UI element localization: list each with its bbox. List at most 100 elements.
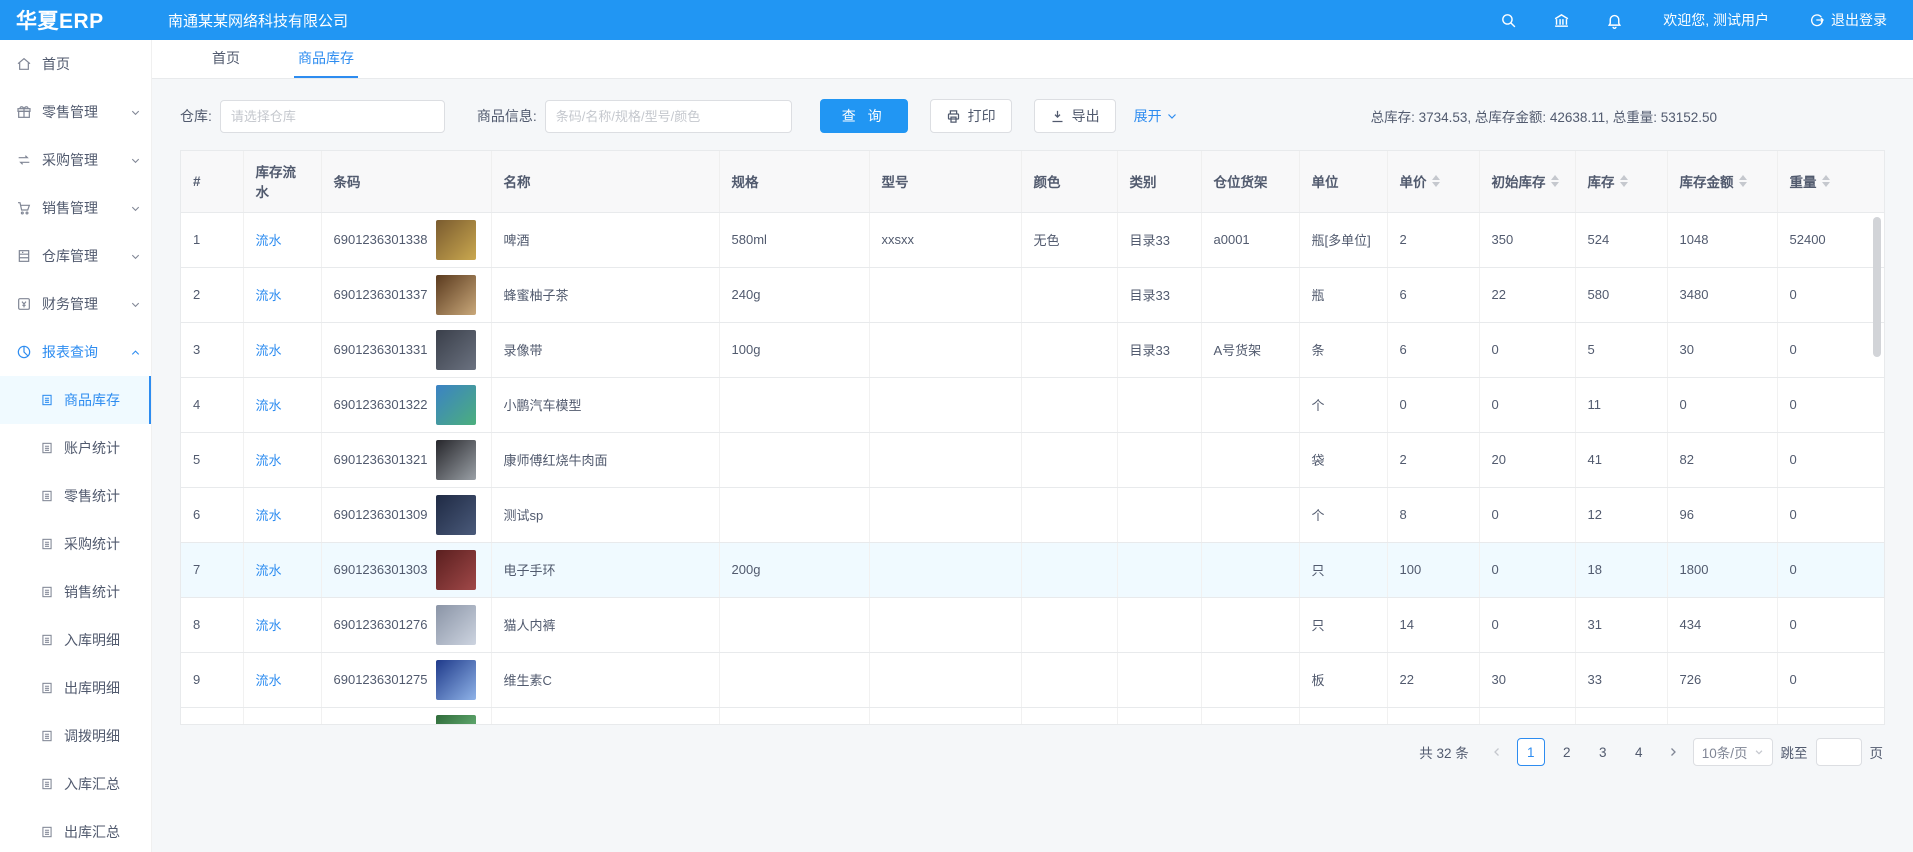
search-button[interactable]: 查 询 xyxy=(820,99,908,133)
export-button[interactable]: 导出 xyxy=(1034,99,1116,133)
sidebar-subitem-零售统计[interactable]: 零售统计 xyxy=(0,472,151,520)
product-thumbnail[interactable] xyxy=(436,440,476,480)
next-page-button[interactable] xyxy=(1661,738,1685,766)
cell-weight: 0 xyxy=(1777,322,1884,377)
cell-flow: 流水 xyxy=(243,267,321,322)
cell-init-stock: 0 xyxy=(1479,597,1575,652)
flow-link[interactable]: 流水 xyxy=(256,343,282,358)
sidebar-subitem-商品库存[interactable]: 商品库存 xyxy=(0,376,151,424)
sidebar-item-首页[interactable]: 首页 xyxy=(0,40,151,88)
column-header-重量[interactable]: 重量 xyxy=(1777,151,1884,212)
product-thumbnail[interactable] xyxy=(436,385,476,425)
sidebar-item-采购管理[interactable]: 采购管理 xyxy=(0,136,151,184)
sidebar-subitem-调拨明细[interactable]: 调拨明细 xyxy=(0,712,151,760)
cell-price xyxy=(1387,707,1479,725)
cell-barcode: 6901236301275 xyxy=(321,652,491,707)
sidebar-item-财务管理[interactable]: 财务管理 xyxy=(0,280,151,328)
download-icon xyxy=(1050,109,1065,124)
product-info-input[interactable] xyxy=(545,100,792,133)
prev-page-button[interactable] xyxy=(1485,738,1509,766)
sort-icon[interactable] xyxy=(1551,175,1559,187)
pagination-total: 共 32 条 xyxy=(1419,742,1469,762)
product-thumbnail[interactable] xyxy=(436,220,476,260)
company-name: 南通某某网络科技有限公司 xyxy=(168,10,348,31)
product-thumbnail[interactable] xyxy=(436,495,476,535)
cell-shelf: a0001 xyxy=(1201,212,1299,267)
page-number-4[interactable]: 4 xyxy=(1625,738,1653,766)
tab-首页[interactable]: 首页 xyxy=(208,40,244,78)
column-header-初始库存[interactable]: 初始库存 xyxy=(1479,151,1575,212)
column-label: 库存 xyxy=(1588,171,1615,191)
sidebar-subitem-出库明细[interactable]: 出库明细 xyxy=(0,664,151,712)
print-button[interactable]: 打印 xyxy=(930,99,1012,133)
sidebar-subitem-入库明细[interactable]: 入库明细 xyxy=(0,616,151,664)
column-header-颜色: 颜色 xyxy=(1021,151,1117,212)
cell-unit: 个 xyxy=(1299,487,1387,542)
cell-index: 10 xyxy=(181,707,243,725)
column-header-单价[interactable]: 单价 xyxy=(1387,151,1479,212)
column-header-库存金额[interactable]: 库存金额 xyxy=(1667,151,1777,212)
cell-stock: 31 xyxy=(1575,597,1667,652)
sort-icon[interactable] xyxy=(1739,175,1747,187)
app-logo[interactable]: 华夏ERP xyxy=(0,5,152,35)
product-thumbnail[interactable] xyxy=(436,330,476,370)
warehouse-select-input[interactable] xyxy=(220,100,445,133)
product-thumbnail[interactable] xyxy=(436,605,476,645)
sort-icon[interactable] xyxy=(1432,175,1440,187)
cell-barcode: 6901236301322 xyxy=(321,377,491,432)
flow-link[interactable]: 流水 xyxy=(256,618,282,633)
column-header-库存[interactable]: 库存 xyxy=(1575,151,1667,212)
bell-icon[interactable] xyxy=(1606,12,1623,29)
warehouse-icon xyxy=(16,248,32,264)
doc-icon xyxy=(40,537,54,551)
jump-page-input[interactable] xyxy=(1816,738,1862,766)
sidebar-subitem-入库汇总[interactable]: 入库汇总 xyxy=(0,760,151,808)
flow-link[interactable]: 流水 xyxy=(256,288,282,303)
sidebar-subitem-销售统计[interactable]: 销售统计 xyxy=(0,568,151,616)
flow-link[interactable]: 流水 xyxy=(256,563,282,578)
table-scrollbar-thumb[interactable] xyxy=(1873,217,1881,357)
flow-link[interactable]: 流水 xyxy=(256,233,282,248)
search-icon[interactable] xyxy=(1500,12,1517,29)
page-number-2[interactable]: 2 xyxy=(1553,738,1581,766)
cell-flow: 流水 xyxy=(243,322,321,377)
cell-stock: 33 xyxy=(1575,652,1667,707)
tab-商品库存[interactable]: 商品库存 xyxy=(294,40,358,78)
cell-model: xxsxx xyxy=(869,212,1021,267)
logout-button[interactable]: 退出登录 xyxy=(1809,10,1887,30)
page-number-3[interactable]: 3 xyxy=(1589,738,1617,766)
sidebar-subitem-出库汇总[interactable]: 出库汇总 xyxy=(0,808,151,852)
product-thumbnail[interactable] xyxy=(436,550,476,590)
sidebar-item-零售管理[interactable]: 零售管理 xyxy=(0,88,151,136)
flow-link[interactable]: 流水 xyxy=(256,673,282,688)
expand-label: 展开 xyxy=(1134,106,1162,126)
chevron-up-icon xyxy=(130,347,141,358)
flow-link[interactable]: 流水 xyxy=(256,453,282,468)
page-size-select[interactable]: 10条/页 xyxy=(1693,738,1773,766)
sort-icon[interactable] xyxy=(1822,175,1830,187)
product-thumbnail[interactable] xyxy=(436,275,476,315)
sidebar-item-报表查询[interactable]: 报表查询 xyxy=(0,328,151,376)
flow-link[interactable]: 流水 xyxy=(256,398,282,413)
product-thumbnail[interactable] xyxy=(436,660,476,700)
column-label: # xyxy=(193,174,201,189)
sales-icon xyxy=(16,200,32,216)
expand-filters-link[interactable]: 展开 xyxy=(1134,106,1178,126)
cell-index: 1 xyxy=(181,212,243,267)
sidebar-item-销售管理[interactable]: 销售管理 xyxy=(0,184,151,232)
product-thumbnail[interactable] xyxy=(436,715,476,726)
bank-icon[interactable] xyxy=(1553,12,1570,29)
cell-shelf xyxy=(1201,652,1299,707)
cell-name: 康师傅红烧牛肉面 xyxy=(491,432,719,487)
cell-shelf xyxy=(1201,542,1299,597)
sidebar-item-仓库管理[interactable]: 仓库管理 xyxy=(0,232,151,280)
cell-shelf xyxy=(1201,267,1299,322)
page-number-1[interactable]: 1 xyxy=(1517,738,1545,766)
sidebar-subitem-账户统计[interactable]: 账户统计 xyxy=(0,424,151,472)
sort-icon[interactable] xyxy=(1620,175,1628,187)
sidebar-subitem-采购统计[interactable]: 采购统计 xyxy=(0,520,151,568)
welcome-user-text: 欢迎您, 测试用户 xyxy=(1663,10,1769,30)
flow-link[interactable]: 流水 xyxy=(256,508,282,523)
cell-index: 2 xyxy=(181,267,243,322)
cell-price: 8 xyxy=(1387,487,1479,542)
